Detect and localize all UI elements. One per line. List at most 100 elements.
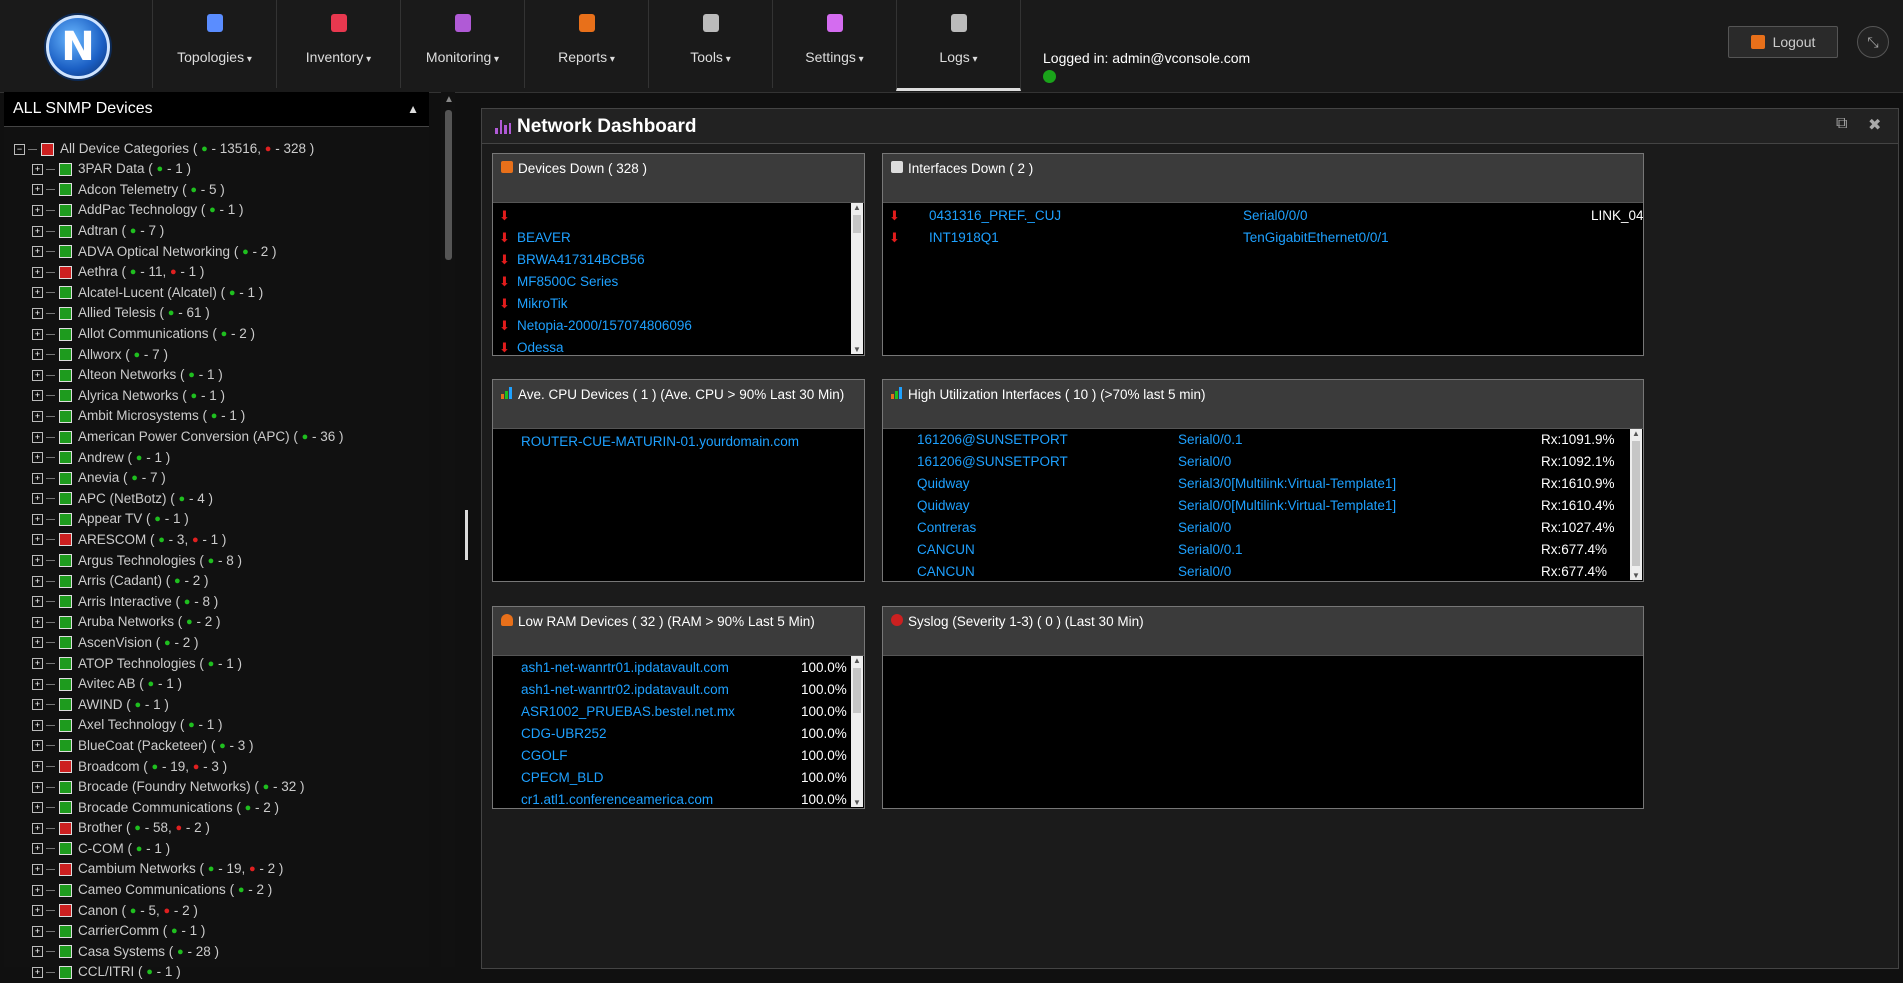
- expand-toggle-icon[interactable]: +: [32, 369, 43, 381]
- scroll-up-icon[interactable]: ▲: [851, 203, 863, 212]
- list-item[interactable]: ⬇ BEAVER: [493, 227, 864, 249]
- expand-toggle-icon[interactable]: +: [32, 452, 43, 464]
- table-row[interactable]: CANCUNSerial0/0.1Rx:677.4%Tx:303.6%: [883, 539, 1643, 561]
- tree-item[interactable]: + Canon ( ● - 5, ● - 2 ): [4, 900, 429, 921]
- tree-item[interactable]: + Alyrica Networks ( ● - 1 ): [4, 386, 429, 407]
- tree-item[interactable]: + Ambit Microsystems ( ● - 1 ): [4, 406, 429, 427]
- expand-toggle-icon[interactable]: +: [32, 637, 43, 649]
- tree-item[interactable]: + Arris Interactive ( ● - 8 ): [4, 591, 429, 612]
- device-link[interactable]: Quidway: [917, 473, 970, 495]
- table-row[interactable]: ⬇ 0431316_PREF._CUJ Serial0/0/0 LINK_043131…: [883, 205, 1643, 227]
- expand-toggle-icon[interactable]: +: [32, 596, 43, 608]
- tree-item[interactable]: + Brother ( ● - 58, ● - 2 ): [4, 818, 429, 839]
- nav-settings[interactable]: Settings: [772, 0, 896, 88]
- expand-toggle-icon[interactable]: +: [32, 905, 43, 917]
- scroll-thumb[interactable]: [1632, 441, 1640, 566]
- interface-link[interactable]: Serial3/0[Multilink:Virtual-Template1]: [1178, 473, 1396, 495]
- sidebar-scrollbar[interactable]: ▲: [441, 92, 455, 967]
- collapse-icon[interactable]: ▲: [407, 92, 419, 126]
- tree-item[interactable]: + Broadcom ( ● - 19, ● - 3 ): [4, 756, 429, 777]
- table-row[interactable]: ash1-net-wanrtr01.ipdatavault.com 100.0%: [493, 657, 864, 679]
- expand-toggle-icon[interactable]: +: [32, 534, 43, 546]
- scrollbar[interactable]: ▲ ▼: [1630, 429, 1642, 580]
- tree-item[interactable]: + Allied Telesis ( ● - 61 ): [4, 303, 429, 324]
- expand-toggle-icon[interactable]: +: [32, 163, 43, 175]
- expand-toggle-icon[interactable]: +: [32, 184, 43, 196]
- scroll-up-icon[interactable]: ▲: [1630, 429, 1642, 438]
- tree-item[interactable]: + Argus Technologies ( ● - 8 ): [4, 550, 429, 571]
- tree-item[interactable]: + APC (NetBotz) ( ● - 4 ): [4, 489, 429, 510]
- tree-item[interactable]: + Arris (Cadant) ( ● - 2 ): [4, 571, 429, 592]
- tree-item[interactable]: + Axel Technology ( ● - 1 ): [4, 715, 429, 736]
- device-link[interactable]: CANCUN: [917, 539, 975, 561]
- table-row[interactable]: ASR1002_PRUEBAS.bestel.net.mx 100.0%: [493, 701, 864, 723]
- table-row[interactable]: cr1.atl1.conferenceamerica.com 100.0%: [493, 789, 864, 808]
- tree-item[interactable]: + Casa Systems ( ● - 28 ): [4, 942, 429, 963]
- tree-item[interactable]: + Alcatel-Lucent (Alcatel) ( ● - 1 ): [4, 283, 429, 304]
- device-link[interactable]: CDG-UBR252: [521, 723, 607, 745]
- expand-toggle-icon[interactable]: +: [32, 390, 43, 402]
- expand-toggle-icon[interactable]: +: [32, 925, 43, 937]
- device-link[interactable]: 0431316_PREF._CUJ: [929, 205, 1061, 227]
- tree-item[interactable]: + C-COM ( ● - 1 ): [4, 839, 429, 860]
- table-row[interactable]: ROUTER-CUE-MATURIN-01.yourdomain.com99.0…: [493, 431, 864, 453]
- restore-window-icon[interactable]: ⧉: [1836, 115, 1847, 133]
- device-link[interactable]: CGOLF: [521, 745, 568, 767]
- interface-link[interactable]: Serial0/0[Multilink:Virtual-Template1]: [1178, 495, 1396, 517]
- expand-toggle-icon[interactable]: +: [32, 678, 43, 690]
- tree-item[interactable]: + Aruba Networks ( ● - 2 ): [4, 612, 429, 633]
- tree-item[interactable]: + Appear TV ( ● - 1 ): [4, 509, 429, 530]
- tree-item[interactable]: + Avitec AB ( ● - 1 ): [4, 674, 429, 695]
- tree-item[interactable]: + ARESCOM ( ● - 3, ● - 1 ): [4, 530, 429, 551]
- interface-link[interactable]: Serial0/0: [1178, 561, 1231, 581]
- expand-toggle-icon[interactable]: +: [32, 555, 43, 567]
- table-row[interactable]: ash1-net-wanrtr02.ipdatavault.com 100.0%: [493, 679, 864, 701]
- tree-item[interactable]: + Allworx ( ● - 7 ): [4, 344, 429, 365]
- scroll-up-icon[interactable]: ▲: [444, 94, 454, 105]
- list-item[interactable]: ⬇ BRWA417314BCB56: [493, 249, 864, 271]
- expand-toggle-icon[interactable]: +: [32, 863, 43, 875]
- scroll-thumb[interactable]: [445, 110, 452, 260]
- tree-item[interactable]: + Adcon Telemetry ( ● - 5 ): [4, 180, 429, 201]
- expand-toggle-icon[interactable]: +: [32, 719, 43, 731]
- scrollbar[interactable]: ▲ ▼: [851, 203, 863, 354]
- interface-link[interactable]: Serial0/0.1: [1178, 539, 1243, 561]
- scroll-down-icon[interactable]: ▼: [851, 345, 863, 354]
- device-link[interactable]: Quidway: [917, 495, 970, 517]
- table-row[interactable]: Quidway Serial0/0[Multilink:Virtual-Templ…: [883, 495, 1643, 517]
- collapse-toggle-icon[interactable]: −: [14, 143, 25, 155]
- interface-link[interactable]: Serial0/0: [1178, 517, 1231, 539]
- device-link[interactable]: 161206@SUNSETPORT: [917, 451, 1068, 473]
- table-row[interactable]: CDG-UBR252 100.0%: [493, 723, 864, 745]
- expand-toggle-icon[interactable]: +: [32, 410, 43, 422]
- interface-link[interactable]: TenGigabitEthernet0/0/1: [1243, 227, 1389, 249]
- fullscreen-icon[interactable]: ⤡: [1857, 26, 1889, 58]
- device-link[interactable]: BEAVER: [517, 227, 571, 249]
- interface-link[interactable]: Serial0/0/0: [1243, 205, 1308, 227]
- logout-button[interactable]: Logout: [1728, 26, 1838, 58]
- expand-toggle-icon[interactable]: +: [32, 472, 43, 484]
- scroll-down-icon[interactable]: ▼: [851, 798, 863, 807]
- device-link[interactable]: CANCUN: [917, 561, 975, 581]
- table-row[interactable]: CPECM_BLD 100.0%: [493, 767, 864, 789]
- device-link[interactable]: MF8500C Series: [517, 271, 618, 293]
- expand-toggle-icon[interactable]: +: [32, 658, 43, 670]
- device-link[interactable]: MikroTik: [517, 293, 568, 315]
- app-logo[interactable]: N: [46, 15, 110, 79]
- tree-item[interactable]: + Andrew ( ● - 1 ): [4, 447, 429, 468]
- interface-link[interactable]: Serial0/0: [1178, 451, 1231, 473]
- tree-item[interactable]: + BlueCoat (Packeteer) ( ● - 3 ): [4, 736, 429, 757]
- device-link[interactable]: ASR1002_PRUEBAS.bestel.net.mx: [521, 701, 735, 723]
- tree-item[interactable]: + American Power Conversion (APC) ( ● - 3…: [4, 427, 429, 448]
- expand-toggle-icon[interactable]: +: [32, 493, 43, 505]
- device-link[interactable]: BRWA417314BCB56: [517, 249, 645, 271]
- tree-item[interactable]: + Brocade Communications ( ● - 2 ): [4, 797, 429, 818]
- expand-toggle-icon[interactable]: +: [32, 946, 43, 958]
- device-link[interactable]: Contreras: [917, 517, 976, 539]
- list-item[interactable]: ⬇: [493, 205, 864, 227]
- table-row[interactable]: Quidway Serial3/0[Multilink:Virtual-Templ…: [883, 473, 1643, 495]
- tree-item[interactable]: + Brocade (Foundry Networks) ( ● - 32 ): [4, 777, 429, 798]
- device-link[interactable]: cr1.atl1.conferenceamerica.com: [521, 789, 713, 808]
- device-link[interactable]: ash1-net-wanrtr02.ipdatavault.com: [521, 679, 729, 701]
- list-item[interactable]: ⬇ Netopia-2000/157074806096: [493, 315, 864, 337]
